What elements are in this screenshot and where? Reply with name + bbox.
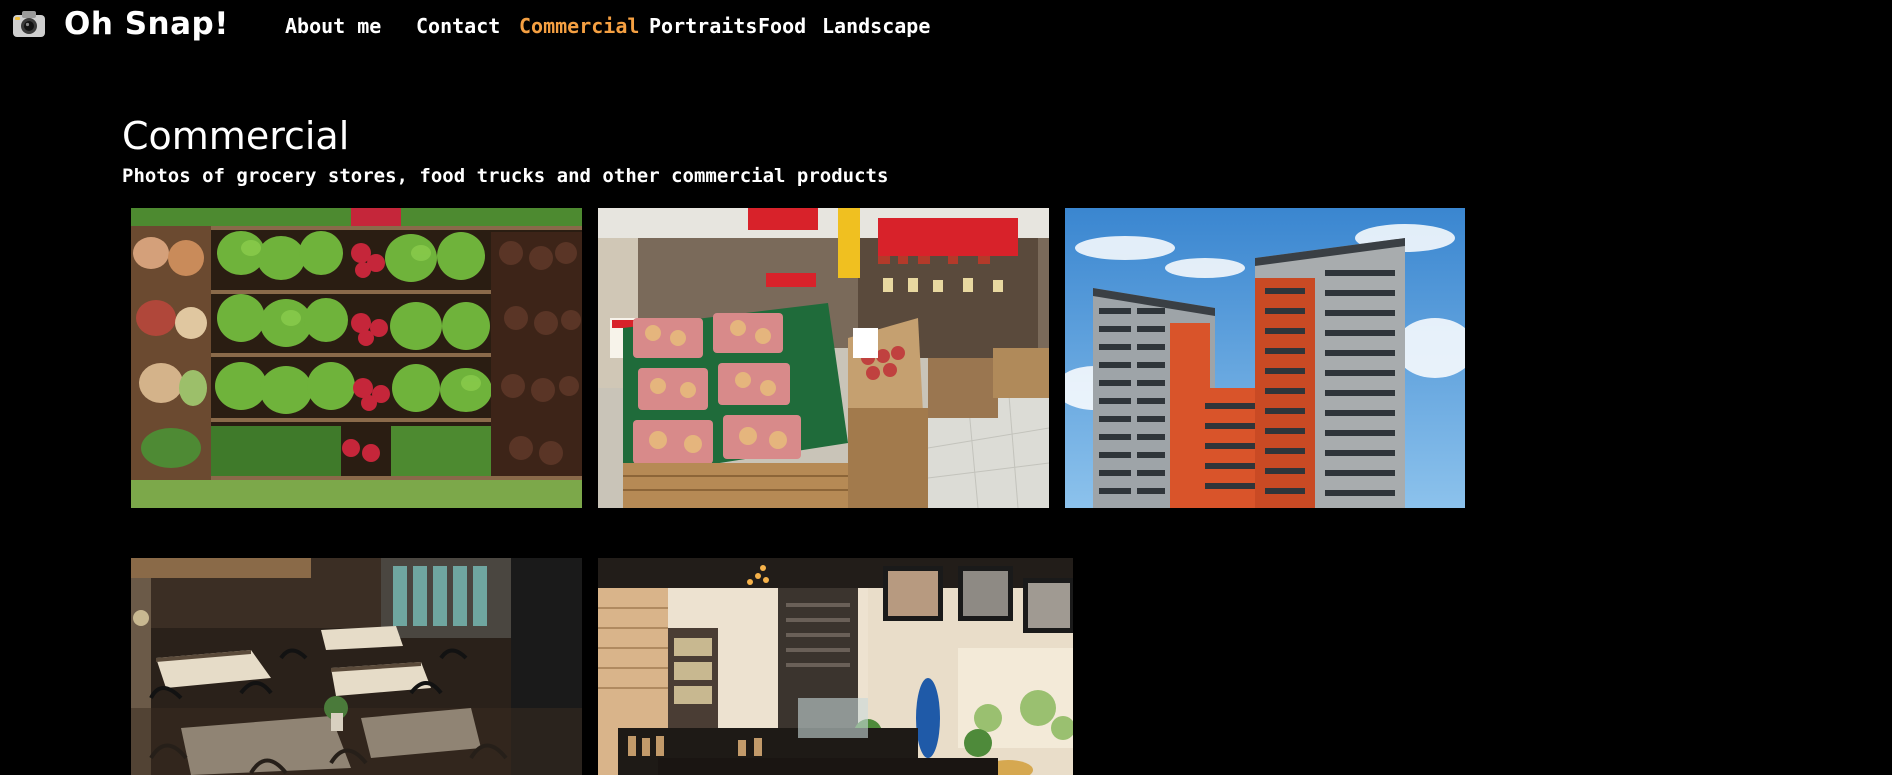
nav-food[interactable]: Food (758, 14, 806, 38)
photo-produce-shelves[interactable] (131, 208, 582, 508)
site-title[interactable]: Oh Snap! (64, 6, 229, 42)
site-logo[interactable]: Oh Snap! (12, 6, 229, 42)
photo-apartment-building[interactable] (1065, 208, 1465, 508)
nav-contact[interactable]: Contact (416, 14, 500, 38)
section-subtitle: Photos of grocery stores, food trucks an… (122, 165, 889, 187)
nav-portraits[interactable]: Portraits (649, 14, 757, 38)
photo-restaurant-dining-room[interactable] (131, 558, 582, 775)
camera-icon (12, 9, 46, 39)
photo-supermarket-aisle[interactable] (598, 208, 1049, 508)
nav-commercial[interactable]: Commercial (519, 14, 639, 38)
section-title: Commercial (122, 114, 350, 158)
photo-cafe-interior[interactable] (598, 558, 1073, 775)
nav-about-me[interactable]: About me (285, 14, 381, 38)
site-header: Oh Snap! About me Contact Commercial Por… (0, 0, 1892, 56)
nav-landscape[interactable]: Landscape (822, 14, 930, 38)
